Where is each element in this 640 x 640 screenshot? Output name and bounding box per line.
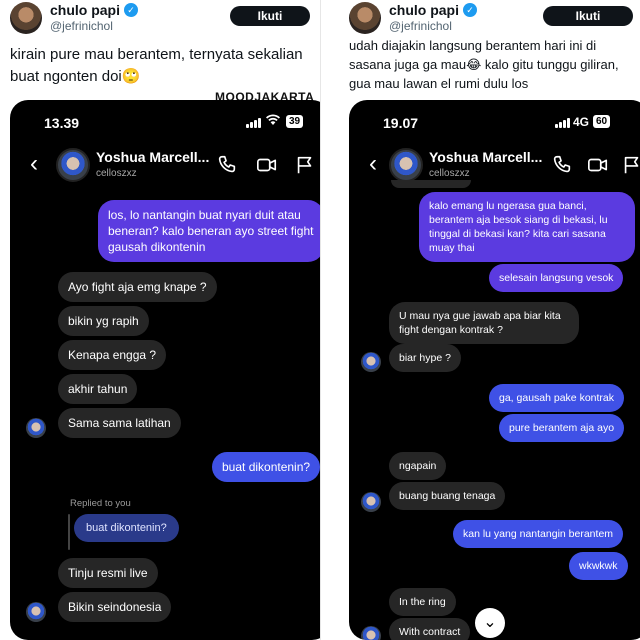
- message-outgoing[interactable]: kalo emang lu ngerasa gua banci, berante…: [419, 192, 635, 262]
- dm-screenshot: 19.07 4G 60 ‹ Yoshua Marcell... celloszx…: [349, 100, 640, 640]
- dm-screenshot: 13.39 39 ‹ Yoshua Marcell... celloszxz l…: [10, 100, 320, 640]
- back-icon[interactable]: ‹: [30, 150, 38, 178]
- message-incoming[interactable]: Kenapa engga ?: [58, 340, 167, 370]
- message-incoming[interactable]: Ayo fight aja emg knape ?: [58, 272, 217, 302]
- network-type: 4G: [573, 115, 590, 129]
- follow-button[interactable]: Ikuti: [543, 6, 633, 26]
- signal-icon: [246, 118, 261, 128]
- tweet-text: kirain pure mau berantem, ternyata sekal…: [10, 46, 303, 85]
- chat-username: celloszxz: [96, 168, 137, 179]
- reply-quote[interactable]: buat dikontenin?: [74, 514, 179, 542]
- status-time: 19.07: [383, 115, 419, 131]
- sender-avatar: [361, 352, 381, 372]
- verified-icon: ✓: [124, 3, 138, 17]
- status-time: 13.39: [44, 115, 80, 131]
- message-incoming[interactable]: Bikin seindonesia: [58, 592, 172, 622]
- message-outgoing[interactable]: wkwkwk: [569, 552, 628, 580]
- battery-indicator: 60: [593, 115, 611, 128]
- chat-name[interactable]: Yoshua Marcell...: [96, 149, 209, 165]
- video-call-icon[interactable]: [256, 154, 278, 176]
- status-bar: 13.39 39: [10, 100, 320, 144]
- replied-label: Replied to you: [70, 498, 131, 509]
- post-header: chulo papi ✓ @jefrinichol Ikuti: [321, 0, 640, 34]
- follow-button[interactable]: Ikuti: [230, 6, 310, 26]
- right-post: chulo papi ✓ @jefrinichol Ikuti udah dia…: [320, 0, 640, 640]
- battery-indicator: 39: [286, 115, 304, 128]
- message-incoming-clipped: [391, 180, 471, 188]
- message-outgoing[interactable]: pure berantem aja ayo: [499, 414, 625, 442]
- chat-username: celloszxz: [429, 168, 470, 179]
- message-incoming[interactable]: Tinju resmi live: [58, 558, 158, 588]
- tweet-text: udah diajakin langsung berantem hari ini…: [349, 38, 619, 91]
- author-name-row[interactable]: chulo papi ✓: [389, 2, 477, 18]
- author-name[interactable]: chulo papi: [50, 2, 120, 18]
- chevron-down-icon[interactable]: ⌄: [475, 608, 505, 638]
- message-incoming[interactable]: U mau nya gue jawab apa biar kita fight …: [389, 302, 579, 344]
- chat-header: ‹ Yoshua Marcell... celloszxz: [10, 144, 320, 188]
- back-icon[interactable]: ‹: [369, 150, 377, 178]
- message-incoming[interactable]: akhir tahun: [58, 374, 138, 404]
- message-outgoing[interactable]: selesain langsung vesok: [489, 264, 624, 292]
- message-incoming[interactable]: In the ring: [389, 588, 456, 616]
- phone-call-icon[interactable]: [216, 154, 238, 176]
- message-incoming[interactable]: biar hype ?: [389, 344, 461, 372]
- message-incoming[interactable]: bikin yg rapih: [58, 306, 149, 336]
- message-outgoing[interactable]: buat dikontenin?: [212, 452, 320, 482]
- message-incoming[interactable]: Sama sama latihan: [58, 408, 181, 438]
- flag-icon[interactable]: [621, 154, 640, 176]
- sender-avatar: [361, 626, 381, 640]
- author-info: chulo papi ✓ @jefrinichol: [50, 2, 138, 33]
- message-incoming[interactable]: buang buang tenaga: [389, 482, 506, 510]
- author-name-row[interactable]: chulo papi ✓: [50, 2, 138, 18]
- message-incoming[interactable]: ngapain: [389, 452, 447, 480]
- message-outgoing[interactable]: los, lo nantangin buat nyari duit atau b…: [98, 200, 320, 262]
- chat-avatar[interactable]: [389, 148, 423, 182]
- author-handle[interactable]: @jefrinichol: [50, 19, 138, 33]
- sender-avatar: [26, 418, 46, 438]
- message-outgoing[interactable]: ga, gausah pake kontrak: [489, 384, 624, 412]
- author-avatar[interactable]: [10, 2, 42, 34]
- wifi-icon: [266, 114, 280, 129]
- sender-avatar: [361, 492, 381, 512]
- reply-bar: [68, 514, 70, 550]
- phone-call-icon[interactable]: [551, 154, 573, 176]
- video-call-icon[interactable]: [587, 154, 609, 176]
- status-bar: 19.07 4G 60: [349, 100, 640, 144]
- sender-avatar: [26, 602, 46, 622]
- author-handle[interactable]: @jefrinichol: [389, 19, 477, 33]
- left-post: chulo papi ✓ @jefrinichol Ikuti kirain p…: [0, 0, 320, 640]
- signal-icon: [555, 118, 570, 128]
- verified-icon: ✓: [463, 3, 477, 17]
- chat-avatar[interactable]: [56, 148, 90, 182]
- author-avatar[interactable]: [349, 2, 381, 34]
- author-info: chulo papi ✓ @jefrinichol: [389, 2, 477, 33]
- flag-icon[interactable]: [294, 154, 316, 176]
- chat-name[interactable]: Yoshua Marcell...: [429, 149, 542, 165]
- author-name[interactable]: chulo papi: [389, 2, 459, 18]
- post-header: chulo papi ✓ @jefrinichol Ikuti: [0, 0, 320, 34]
- message-outgoing[interactable]: kan lu yang nantangin berantem: [453, 520, 624, 548]
- message-incoming[interactable]: With contract: [389, 618, 471, 640]
